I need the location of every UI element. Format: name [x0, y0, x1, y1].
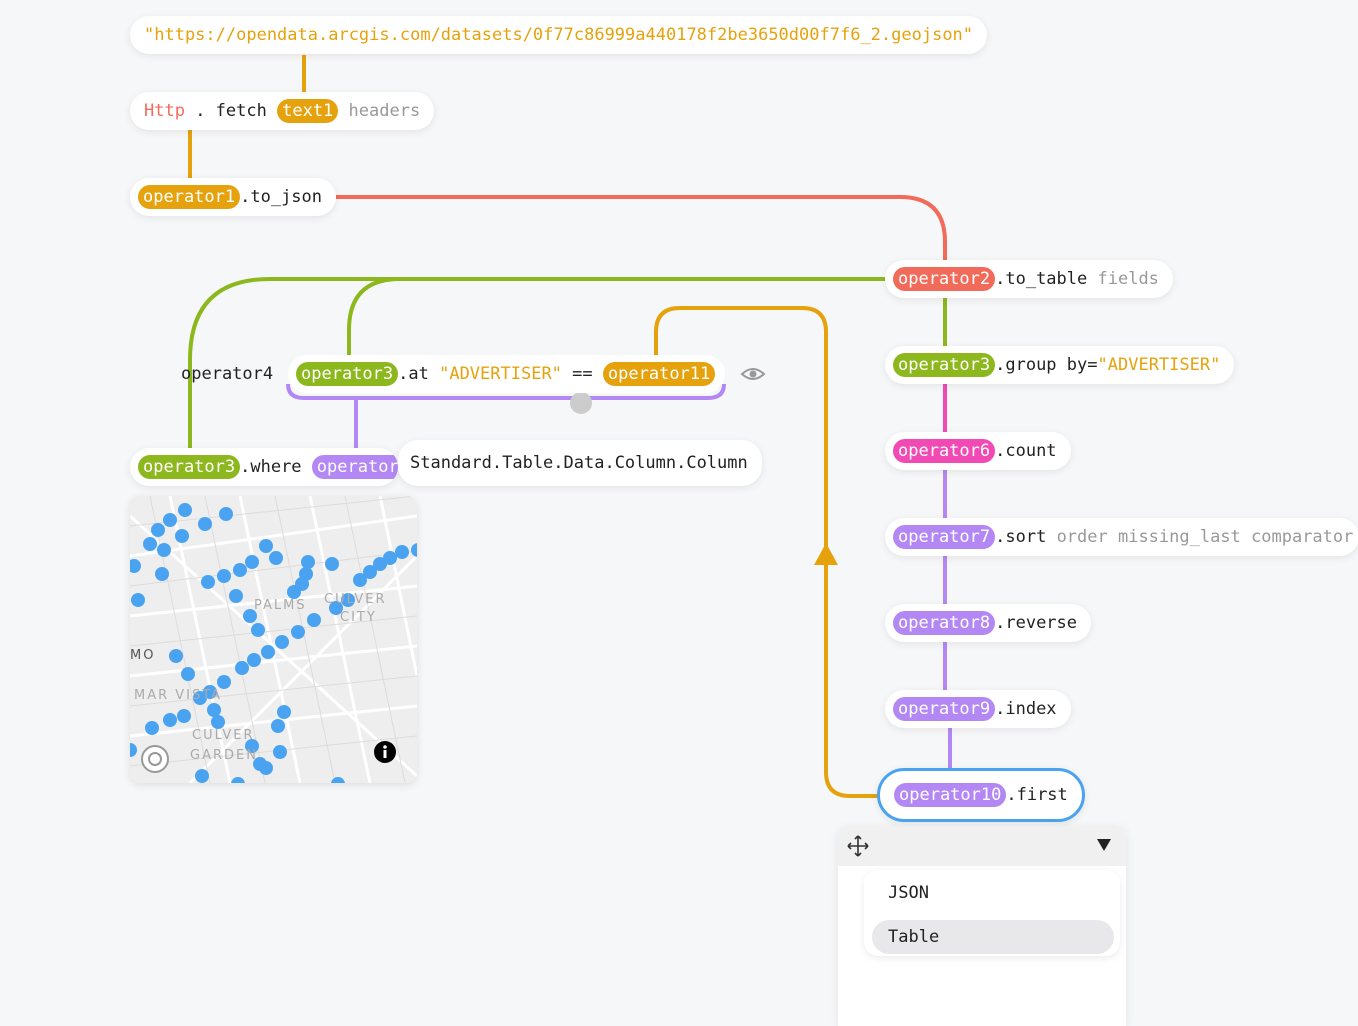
lambda-arg-label: operator4 — [181, 364, 274, 384]
tooltip-text: Standard.Table.Data.Column.Column — [410, 453, 748, 473]
first-method: .first — [1006, 785, 1068, 805]
info-icon[interactable] — [374, 741, 396, 763]
flow-arrow-icon — [814, 543, 838, 565]
count-method: .count — [995, 441, 1057, 461]
visualization-menu: JSON Table — [864, 870, 1120, 956]
fetch-method: fetch — [215, 101, 267, 121]
map-label-mar-vista: MAR VISTA — [134, 688, 223, 703]
where-node[interactable]: operator3 .where operator4 — [130, 448, 398, 486]
operator9-pill[interactable]: operator9 — [893, 697, 996, 721]
reverse-node[interactable]: operator8 .reverse — [885, 604, 1092, 642]
map-label-culver: CULVER — [324, 592, 387, 607]
lambda-operator3-pill[interactable]: operator3 — [296, 362, 399, 386]
index-method: .index — [995, 699, 1057, 719]
operator6-pill[interactable]: operator6 — [893, 439, 996, 463]
operator3-pill[interactable]: operator3 — [893, 353, 996, 377]
to-table-method: .to_table — [995, 269, 1088, 289]
menu-item-json[interactable]: JSON — [872, 876, 1114, 910]
operator2-node[interactable]: operator2 .to_table fields — [885, 260, 1173, 298]
operator1-pill[interactable]: operator1 — [138, 185, 241, 209]
url-string: "https://opendata.arcgis.com/datasets/0f… — [144, 25, 974, 45]
map-visualization[interactable]: PALMS CULVER CITY MAR VISTA CULVER GARDE… — [130, 496, 417, 783]
map-label-palms: PALMS — [254, 598, 307, 613]
operator10-pill[interactable]: operator10 — [894, 783, 1007, 807]
menu-item-table[interactable]: Table — [872, 920, 1114, 954]
advertiser-value[interactable]: "ADVERTISER" — [1098, 355, 1221, 375]
operator7-pill[interactable]: operator7 — [893, 525, 996, 549]
map-roads — [130, 496, 417, 783]
operator11-pill[interactable]: operator11 — [602, 362, 716, 386]
equals-operator: == — [572, 364, 593, 384]
dropdown-arrow-icon[interactable] — [1096, 838, 1112, 852]
compass-icon[interactable] — [140, 744, 170, 774]
wire-op2-lambda — [347, 277, 401, 362]
where-operator4-pill[interactable]: operator4 — [311, 455, 398, 479]
group-node[interactable]: operator3 .group by= "ADVERTISER" — [885, 346, 1235, 384]
move-icon[interactable] — [847, 835, 869, 857]
sort-method: .sort — [995, 527, 1047, 547]
reverse-method: .reverse — [995, 613, 1078, 633]
where-method: .where — [240, 457, 302, 477]
at-method: .at — [398, 364, 429, 384]
headers-option[interactable]: headers — [349, 101, 421, 121]
sort-options[interactable]: order missing_last comparator — [1057, 527, 1354, 547]
text1-port[interactable]: text1 — [277, 99, 339, 123]
map-label-culver-2: CULVER — [192, 728, 255, 743]
url-text-node[interactable]: "https://opendata.arcgis.com/datasets/0f… — [130, 16, 988, 54]
lambda-advertiser-value[interactable]: "ADVERTISER" — [439, 364, 562, 384]
fields-option[interactable]: fields — [1098, 269, 1159, 289]
dot-separator: . — [184, 101, 216, 121]
by-arg: by= — [1066, 355, 1098, 375]
lambda-node[interactable]: operator3 .at "ADVERTISER" == operator11 — [288, 355, 726, 393]
sort-node[interactable]: operator7 .sort order missing_last compa… — [885, 518, 1358, 556]
first-node[interactable]: operator10 .first — [877, 768, 1085, 822]
type-tooltip: Standard.Table.Data.Column.Column — [398, 440, 762, 486]
map-label-city: CITY — [340, 610, 377, 625]
index-node[interactable]: operator9 .index — [885, 690, 1071, 728]
operator8-pill[interactable]: operator8 — [893, 611, 996, 635]
panel-header[interactable] — [838, 826, 1126, 866]
count-node[interactable]: operator6 .count — [885, 432, 1071, 470]
group-method: .group — [995, 355, 1057, 375]
operator1-node[interactable]: operator1 .to_json — [130, 178, 337, 216]
to-json-method: .to_json — [240, 187, 323, 207]
http-module: Http — [144, 101, 185, 121]
drag-handle-dot — [570, 392, 592, 414]
where-operator3-pill[interactable]: operator3 — [138, 455, 241, 479]
eye-icon[interactable] — [740, 364, 766, 384]
http-fetch-node[interactable]: Http . fetch text1 headers — [130, 92, 435, 130]
map-label-garden: GARDEN — [190, 748, 258, 763]
wire-op1-op2 — [336, 195, 947, 262]
visualization-panel[interactable]: JSON Table — [838, 826, 1126, 1026]
map-label-mo: MO — [130, 648, 156, 663]
operator2-pill[interactable]: operator2 — [893, 267, 996, 291]
